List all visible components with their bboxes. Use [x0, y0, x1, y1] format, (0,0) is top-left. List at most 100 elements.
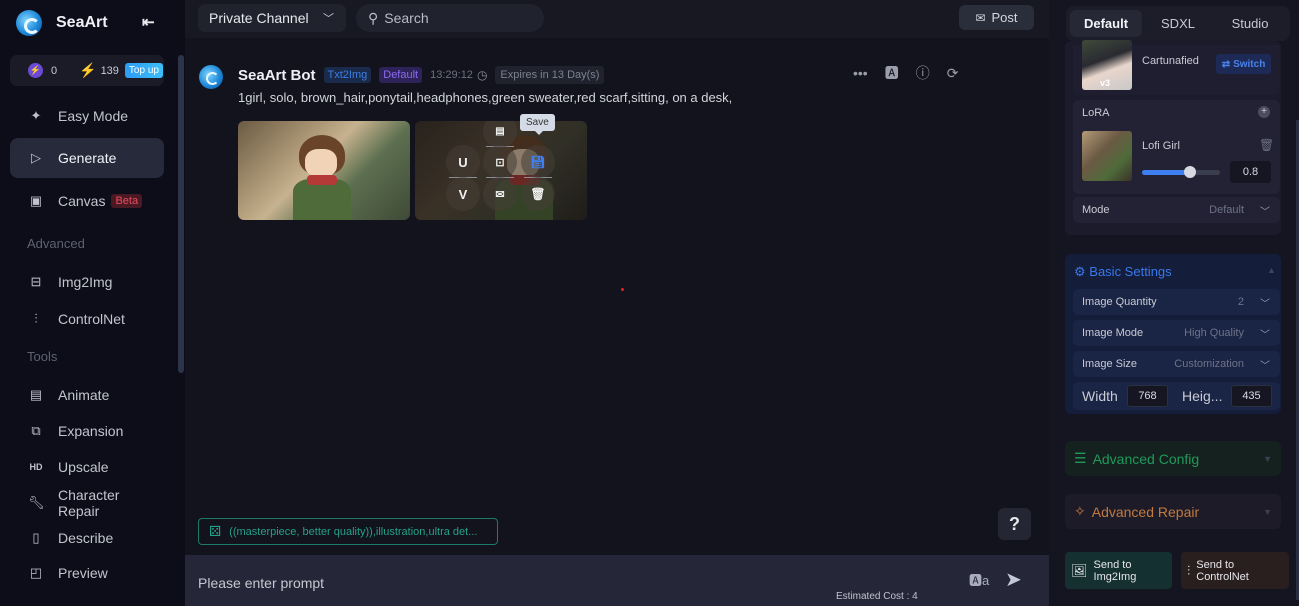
share-icon[interactable]: ✉ [483, 177, 517, 211]
translate-icon[interactable]: 🅰︎a [969, 570, 989, 589]
expand-arrow-icon: ▼ [1263, 453, 1272, 464]
model-name: Cartunafied [1142, 55, 1199, 67]
sidebar-item-describe[interactable]: ▯ Describe [10, 518, 164, 558]
prompt-bar: Estimated Cost : 4 🅰︎a ➤ [185, 555, 1049, 606]
sliders-icon: ⫶ [1187, 562, 1191, 578]
sidebar-item-img2img[interactable]: ⊟ Img2Img [10, 262, 164, 302]
message-prompt: 1girl, solo, brown_hair,ponytail,headpho… [238, 90, 733, 105]
post-label: Post [991, 10, 1018, 25]
sidebar-item-controlnet[interactable]: ⫶ ControlNet [10, 299, 164, 339]
lora-weight-input[interactable]: 0.8 [1230, 161, 1271, 183]
sidebar: SeaArt ⇤ ⚡ 0 ⚡ 139 Top up ✦ Easy Mode ▷ … [0, 0, 185, 606]
row-value: Customization [1174, 358, 1244, 370]
save-icon[interactable]: 💾︎ [521, 145, 555, 179]
sidebar-item-animate[interactable]: ▤ Animate [10, 375, 164, 415]
post-button[interactable]: ✉ Post [959, 5, 1034, 30]
variation-button[interactable]: V [446, 177, 480, 211]
stamina-icon: ⚡ [28, 63, 43, 78]
mode-tag: Txt2Img [323, 67, 372, 83]
sidebar-item-generate[interactable]: ▷ Generate [10, 138, 164, 178]
image-content [293, 135, 351, 220]
report-icon[interactable]: ⓘ [916, 63, 930, 83]
row-label: Image Quantity [1082, 296, 1157, 308]
tab-default[interactable]: Default [1070, 10, 1142, 37]
advanced-repair-section[interactable]: ✧ Advanced Repair ▼ [1065, 494, 1281, 529]
mode-value: Default [1209, 204, 1244, 216]
send-label: Send to ControlNet [1196, 559, 1249, 583]
lora-thumbnail [1082, 131, 1132, 181]
tab-sdxl[interactable]: SDXL [1142, 10, 1214, 37]
image-icon: ⊟ [30, 274, 42, 289]
width-input[interactable]: 768 [1127, 385, 1168, 407]
section-heading-tools: Tools [27, 349, 58, 364]
top-up-button[interactable]: Top up [124, 63, 163, 78]
send-icon[interactable]: ➤ [1005, 567, 1022, 592]
generated-image-2[interactable]: U V ▤ ⊡ ✉ 💾︎ 🗑︎ [415, 121, 587, 220]
estimated-cost: Estimated Cost : 4 [836, 591, 918, 602]
sliders-icon: ⫶ [34, 311, 38, 326]
sidebar-item-easy-mode[interactable]: ✦ Easy Mode [10, 96, 164, 136]
row-label: Image Mode [1082, 327, 1144, 339]
model-tabs: Default SDXL Studio [1066, 6, 1290, 41]
channel-select[interactable]: Private Channel ﹀ [198, 4, 346, 32]
bot-avatar [199, 65, 223, 89]
prompt-input[interactable] [198, 575, 918, 591]
help-button[interactable]: ? [998, 508, 1031, 540]
more-icon[interactable]: ••• [853, 65, 868, 81]
translate-icon[interactable]: 🅰︎ [885, 63, 899, 83]
height-label: Heig... [1182, 388, 1223, 404]
sidebar-item-expansion[interactable]: ⧉ Expansion [10, 411, 164, 451]
model-thumbnail[interactable]: v3 [1082, 40, 1132, 90]
mode-select[interactable]: Mode Default ﹀ [1073, 197, 1280, 223]
expires-badge: Expires in 13 Day(s) [495, 66, 605, 84]
model-version: v3 [1100, 78, 1111, 88]
tab-studio[interactable]: Studio [1214, 10, 1286, 37]
upscale-button[interactable]: U [446, 145, 480, 179]
height-input[interactable]: 435 [1231, 385, 1272, 407]
expand-arrow-icon: ▼ [1263, 506, 1272, 517]
sidebar-item-label: Animate [58, 387, 110, 403]
brand-name: SeaArt [56, 14, 108, 31]
image-mode-select[interactable]: Image Mode High Quality ﹀ [1073, 320, 1280, 346]
search-input[interactable]: Search [384, 10, 428, 26]
chevron-down-icon: ﹀ [1260, 329, 1270, 341]
sidebar-item-label: Describe [58, 530, 114, 546]
lora-weight-slider[interactable] [1142, 166, 1220, 178]
bolt-icon: ⚡ [79, 62, 97, 78]
section-heading-advanced: Advanced [27, 236, 85, 251]
delete-icon[interactable]: 🗑︎ [521, 177, 555, 211]
send-label: Send to Img2Img [1094, 559, 1137, 583]
sidebar-scrollbar[interactable] [178, 55, 184, 373]
book-icon: ▯ [32, 530, 40, 545]
sidebar-item-upscale[interactable]: HD Upscale [10, 447, 164, 487]
image-size-select[interactable]: Image Size Customization ﹀ [1073, 351, 1280, 377]
send-to-img2img-button[interactable]: 🖼︎ Send to Img2Img [1065, 552, 1172, 589]
canvas-icon: ▣ [29, 193, 43, 208]
delete-lora-icon[interactable]: 🗑︎ [1259, 138, 1274, 152]
beta-badge: Beta [111, 194, 143, 208]
sidebar-item-character-repair[interactable]: 🔧︎ Character Repair [10, 483, 164, 523]
switch-model-button[interactable]: ⇄ Switch [1216, 54, 1271, 74]
gif-icon: ▤ [29, 387, 43, 402]
search-box[interactable]: ⚲ Search [356, 4, 544, 32]
collapse-arrow-icon[interactable]: ▲ [1267, 265, 1276, 275]
brand[interactable]: SeaArt [16, 10, 108, 36]
chat-area: SeaArt Bot Txt2Img Default 13:29:12 ◷ Ex… [185, 38, 1049, 555]
send-to-controlnet-button[interactable]: ⫶ Send to ControlNet [1181, 552, 1289, 589]
slider-fill [1142, 170, 1191, 175]
image-quantity-select[interactable]: Image Quantity 2 ﹀ [1073, 289, 1280, 315]
sidebar-item-canvas[interactable]: ▣ Canvas Beta [10, 181, 164, 221]
image-info-icon[interactable]: ⊡ [483, 145, 517, 179]
advanced-config-section[interactable]: ☰ Advanced Config ▼ [1065, 441, 1281, 476]
sidebar-item-label: Easy Mode [58, 108, 129, 124]
lora-label: LoRA [1082, 107, 1110, 119]
collapse-sidebar-icon[interactable]: ⇤ [142, 13, 155, 31]
chevron-down-icon: ﹀ [1260, 298, 1270, 310]
hd-icon: HD [29, 462, 43, 472]
add-lora-icon[interactable]: + [1258, 106, 1270, 118]
basic-settings-header[interactable]: ⚙ Basic Settings [1074, 264, 1172, 280]
suggestion-chip[interactable]: ⚄ ((masterpiece, better quality)),illust… [198, 518, 498, 545]
generated-image-1[interactable] [238, 121, 410, 220]
regenerate-icon[interactable]: ⟳ [947, 65, 959, 82]
sidebar-item-preview[interactable]: ◰ Preview [10, 553, 164, 593]
